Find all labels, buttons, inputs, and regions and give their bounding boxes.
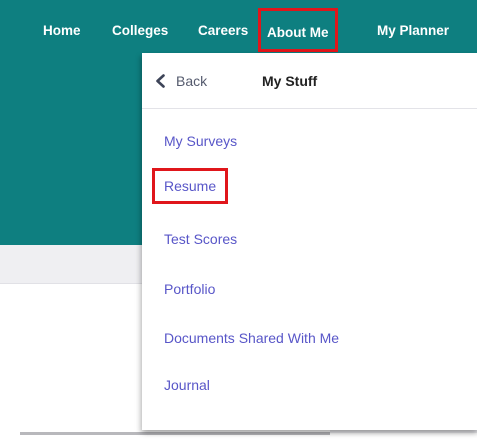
menu-item-portfolio[interactable]: Portfolio: [164, 278, 215, 300]
menu-item-my-surveys[interactable]: My Surveys: [164, 130, 237, 152]
my-stuff-dropdown: Back My Stuff My Surveys Resume Test Sco…: [142, 53, 477, 430]
dropdown-title: My Stuff: [262, 73, 318, 89]
menu-item-documents-shared[interactable]: Documents Shared With Me: [164, 327, 339, 349]
nav-my-planner[interactable]: My Planner: [377, 18, 449, 44]
nav-careers[interactable]: Careers: [198, 18, 248, 44]
nav-about-me[interactable]: About Me: [258, 8, 338, 52]
menu-item-resume[interactable]: Resume: [152, 168, 229, 204]
back-label: Back: [176, 73, 208, 89]
chevron-left-icon: [156, 74, 165, 88]
menu-item-journal[interactable]: Journal: [164, 374, 210, 396]
nav-home[interactable]: Home: [43, 18, 81, 44]
content-divider: [20, 432, 330, 435]
dropdown-header: Back My Stuff: [142, 53, 477, 109]
menu-item-test-scores[interactable]: Test Scores: [164, 228, 237, 250]
back-button[interactable]: Back: [154, 70, 207, 92]
nav-colleges[interactable]: Colleges: [112, 18, 168, 44]
content-area: [0, 284, 142, 432]
